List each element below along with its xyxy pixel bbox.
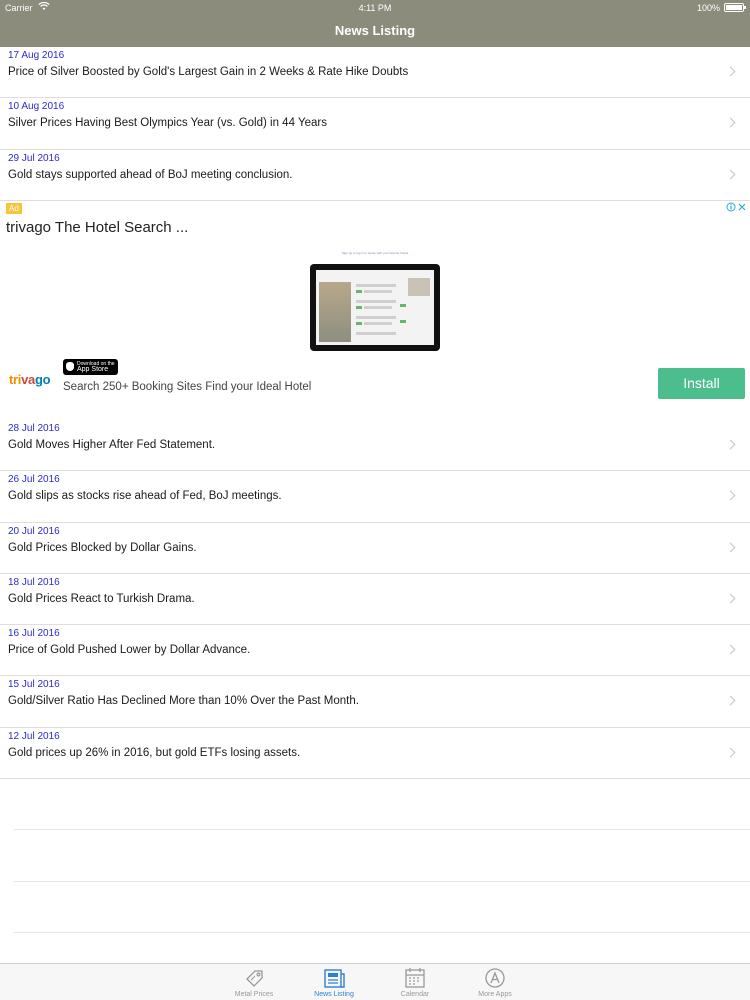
chevron-right-icon [725, 169, 736, 180]
ad-image-caption: Sign up or log in to Genie with your fav… [341, 251, 409, 255]
news-date: 16 Jul 2016 [8, 628, 60, 640]
ad-badge: Ad [6, 203, 22, 214]
install-button[interactable]: Install [658, 368, 745, 399]
tab-label: Metal Prices [234, 991, 274, 998]
tab-label: Calendar [400, 991, 430, 998]
news-date: 10 Aug 2016 [8, 101, 65, 113]
tab-label: More Apps [478, 991, 512, 998]
tab-calendar[interactable]: Calendar [375, 964, 455, 1000]
tab-metal-prices[interactable]: Metal Prices [214, 964, 294, 1000]
empty-row [14, 830, 750, 882]
news-date: 29 Jul 2016 [8, 152, 60, 164]
news-date: 28 Jul 2016 [8, 423, 60, 434]
ad-description: Search 250+ Booking Sites Find your Idea… [63, 381, 312, 393]
news-headline: Price of Silver Boosted by Gold's Larges… [8, 66, 409, 78]
app-store-icon [485, 968, 505, 988]
advertisement-banner[interactable]: Ad trivago The Hotel Search ... Sign up … [0, 201, 750, 407]
chevron-right-icon [725, 66, 736, 77]
battery-percentage: 100% [696, 3, 720, 13]
chevron-right-icon [725, 747, 736, 758]
tab-label: News Listing [314, 991, 354, 998]
tab-bar: Metal Prices News Listing Calendar More … [0, 963, 750, 1000]
news-row[interactable]: 18 Jul 2016 Gold Prices React to Turkish… [0, 574, 750, 626]
news-headline: Price of Gold Pushed Lower by Dollar Adv… [8, 644, 251, 657]
news-headline: Gold Prices React to Turkish Drama. [8, 592, 195, 605]
news-date: 26 Jul 2016 [8, 474, 60, 486]
news-headline: Gold stays supported ahead of BoJ meetin… [8, 168, 293, 181]
price-tag-icon [246, 970, 263, 987]
trivago-logo: trivago [9, 372, 51, 387]
page-title: News Listing [334, 23, 416, 38]
news-row[interactable]: 16 Jul 2016 Price of Gold Pushed Lower b… [0, 625, 750, 677]
adchoices-icon[interactable] [726, 202, 748, 212]
chevron-right-icon [725, 490, 736, 501]
news-date: 18 Jul 2016 [8, 576, 60, 588]
chevron-right-icon [725, 439, 736, 450]
news-headline: Silver Prices Having Best Olympics Year … [8, 117, 327, 130]
chevron-right-icon [725, 644, 736, 655]
news-row[interactable]: 20 Jul 2016 Gold Prices Blocked by Dolla… [0, 523, 750, 574]
empty-list-rows [14, 779, 750, 933]
news-headline: Gold/Silver Ratio Has Declined More than… [8, 695, 359, 708]
news-row[interactable]: 29 Jul 2016 Gold stays supported ahead o… [0, 150, 750, 201]
newspaper-icon [324, 969, 345, 988]
apple-icon [66, 362, 74, 371]
news-headline: Gold prices up 26% in 2016, but gold ETF… [8, 746, 301, 759]
news-date: 20 Jul 2016 [8, 525, 60, 537]
chevron-right-icon [725, 696, 736, 706]
news-headline: Gold Moves Higher After Fed Statement. [8, 439, 216, 451]
news-headline: Gold slips as stocks rise ahead of Fed, … [8, 490, 282, 503]
ad-title[interactable]: trivago The Hotel Search ... [6, 219, 188, 236]
news-date: 17 Aug 2016 [8, 50, 65, 61]
app-store-badge[interactable]: Download on the App Store [63, 359, 118, 375]
news-row[interactable]: 17 Aug 2016 Price of Silver Boosted by G… [0, 47, 750, 99]
tab-news-listing[interactable]: News Listing [294, 964, 374, 1000]
tab-more-apps[interactable]: More Apps [455, 964, 535, 1000]
news-row[interactable]: 26 Jul 2016 Gold slips as stocks rise ah… [0, 471, 750, 523]
status-bar: Carrier 4:11 PM 100% [0, 0, 750, 15]
chevron-right-icon [725, 593, 736, 604]
news-list-top: 17 Aug 2016 Price of Silver Boosted by G… [0, 47, 750, 201]
chevron-right-icon [725, 117, 736, 128]
tablet-mockup-image[interactable] [310, 264, 440, 351]
news-row[interactable]: 15 Jul 2016 Gold/Silver Ratio Has Declin… [0, 676, 750, 728]
battery-icon [724, 3, 746, 12]
empty-row [14, 779, 750, 831]
news-list-bottom: 28 Jul 2016 Gold Moves Higher After Fed … [0, 420, 750, 780]
status-time: 4:11 PM [358, 3, 392, 13]
news-row[interactable]: 12 Jul 2016 Gold prices up 26% in 2016, … [0, 728, 750, 780]
news-row[interactable]: 28 Jul 2016 Gold Moves Higher After Fed … [0, 420, 750, 472]
navigation-header: Carrier 4:11 PM 100% News Listing [0, 0, 750, 47]
news-date: 15 Jul 2016 [8, 679, 60, 691]
chevron-right-icon [725, 542, 736, 553]
empty-row [14, 882, 750, 933]
calendar-icon [405, 968, 425, 988]
news-headline: Gold Prices Blocked by Dollar Gains. [8, 541, 197, 554]
news-row[interactable]: 10 Aug 2016 Silver Prices Having Best Ol… [0, 98, 750, 150]
news-date: 12 Jul 2016 [8, 730, 60, 742]
